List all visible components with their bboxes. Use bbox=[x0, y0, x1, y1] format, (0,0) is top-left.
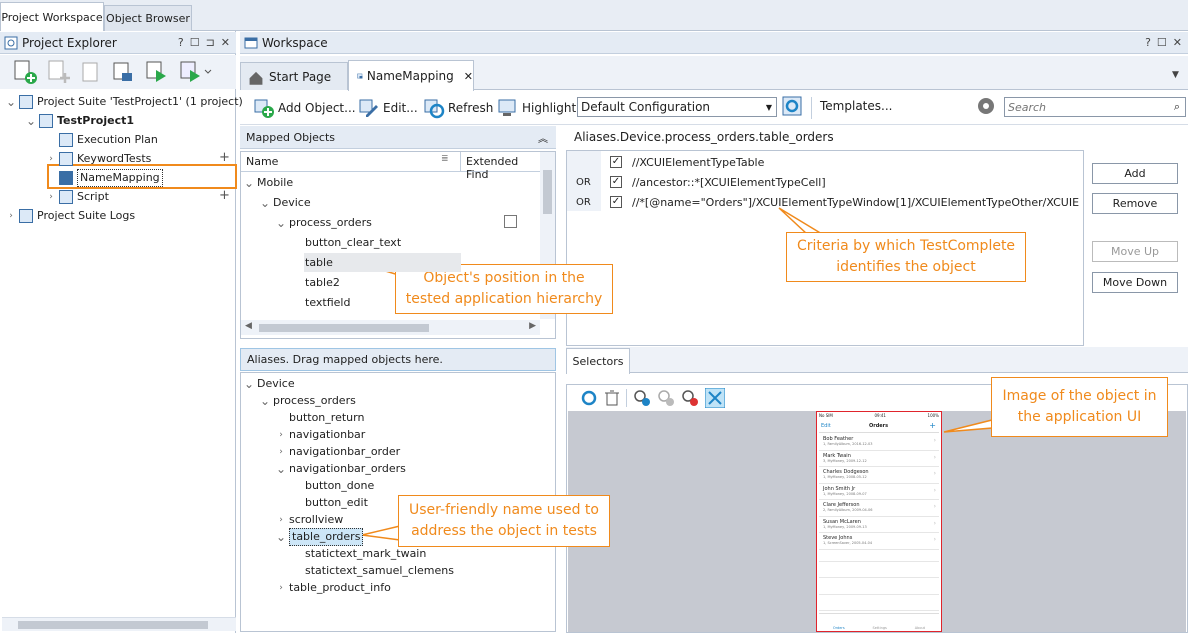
alias-item[interactable]: ⌄ navigationbar_orders bbox=[244, 460, 406, 477]
mapped-object-item[interactable]: ⌄ process_orders bbox=[244, 214, 372, 231]
expand-open-icon[interactable]: ⌄ bbox=[244, 175, 254, 191]
project-tree-item[interactable]: NameMapping bbox=[6, 168, 163, 187]
alias-item[interactable]: button_done bbox=[244, 477, 374, 494]
expand-open-icon[interactable]: ⌄ bbox=[26, 113, 36, 129]
project-item-icon bbox=[59, 151, 73, 166]
project-item-icon bbox=[59, 132, 73, 147]
alias-item[interactable]: › navigationbar_order bbox=[244, 443, 400, 460]
mapped-object-item[interactable]: textfield bbox=[244, 294, 350, 311]
criteria-checkbox[interactable]: ✓ bbox=[610, 196, 622, 208]
alias-label: Device bbox=[257, 376, 295, 390]
alias-label: button_return bbox=[289, 410, 365, 424]
extended-find-checkbox[interactable] bbox=[504, 215, 517, 228]
project-tree-item[interactable]: › Script bbox=[6, 188, 109, 205]
alias-item[interactable]: ⌄ process_orders bbox=[244, 392, 356, 409]
expand-closed-icon[interactable]: › bbox=[276, 512, 286, 528]
alias-item[interactable]: button_return bbox=[244, 409, 364, 426]
mapped-object-label: textfield bbox=[305, 295, 351, 309]
alias-item[interactable]: statictext_samuel_clemens bbox=[244, 562, 454, 579]
criteria-checkbox[interactable]: ✓ bbox=[610, 176, 622, 188]
criteria-checkbox[interactable]: ✓ bbox=[610, 156, 622, 168]
alias-label: navigationbar bbox=[289, 427, 366, 441]
mapped-object-label: button_clear_text bbox=[305, 235, 402, 249]
callout-image: Image of the object in the application U… bbox=[991, 377, 1168, 437]
project-tree-label: NameMapping bbox=[77, 168, 163, 187]
alias-label: scrollview bbox=[289, 512, 344, 526]
project-tree-label: Project Suite Logs bbox=[37, 208, 136, 222]
mapped-object-label: table2 bbox=[305, 275, 340, 289]
project-item-icon bbox=[59, 170, 73, 185]
alias-label: table_product_info bbox=[289, 580, 391, 594]
criteria-row[interactable]: ✓ //XCUIElementTypeTable bbox=[568, 152, 764, 172]
alias-item[interactable]: statictext_mark_twain bbox=[244, 545, 426, 562]
mapped-object-item[interactable]: table bbox=[244, 254, 333, 271]
project-item-icon bbox=[39, 113, 53, 128]
expand-open-icon[interactable]: ⌄ bbox=[244, 376, 254, 392]
mapped-object-item[interactable]: ⌄ Device bbox=[244, 194, 311, 211]
criteria-row[interactable]: OR ✓ //ancestor::*[XCUIElementTypeCell] bbox=[568, 172, 826, 192]
expand-closed-icon[interactable]: › bbox=[46, 151, 56, 167]
expand-open-icon[interactable]: ⌄ bbox=[260, 195, 270, 211]
expand-open-icon[interactable]: ⌄ bbox=[6, 94, 16, 110]
expand-closed-icon[interactable]: › bbox=[276, 444, 286, 460]
mapped-object-item[interactable]: ⌄ Mobile bbox=[244, 174, 293, 191]
arrow-image bbox=[943, 419, 993, 433]
project-item-icon bbox=[19, 208, 33, 223]
alias-label: process_orders bbox=[273, 393, 356, 407]
alias-label: button_done bbox=[305, 478, 375, 492]
alias-item[interactable]: › navigationbar bbox=[244, 426, 365, 443]
expand-open-icon[interactable]: ⌄ bbox=[276, 529, 286, 545]
callout-alias: User-friendly name used to address the o… bbox=[398, 495, 610, 547]
mapped-object-label: table bbox=[305, 255, 333, 269]
mapped-object-label: process_orders bbox=[289, 215, 372, 229]
project-tree-item[interactable]: Execution Plan bbox=[6, 131, 158, 148]
alias-label: statictext_samuel_clemens bbox=[305, 563, 454, 577]
mapped-object-item[interactable]: button_clear_text bbox=[244, 234, 401, 251]
alias-item[interactable]: button_edit bbox=[244, 494, 368, 511]
mapped-object-item[interactable]: table2 bbox=[244, 274, 340, 291]
project-tree-item[interactable]: ⌄ Project Suite 'TestProject1' (1 project… bbox=[6, 93, 243, 110]
project-tree-label: KeywordTests bbox=[77, 151, 152, 165]
alias-item[interactable]: › table_product_info bbox=[244, 579, 391, 596]
criteria-operator: OR bbox=[576, 196, 591, 208]
mapped-object-label: Device bbox=[273, 195, 311, 209]
expand-closed-icon[interactable]: › bbox=[276, 427, 286, 443]
callout-criteria: Criteria by which TestComplete identifie… bbox=[786, 232, 1026, 282]
alias-item[interactable]: ⌄ table_orders bbox=[244, 527, 364, 546]
alias-label: navigationbar_order bbox=[289, 444, 401, 458]
alias-item[interactable]: ⌄ Device bbox=[244, 375, 295, 392]
project-tree-label: Execution Plan bbox=[77, 132, 158, 146]
alias-item[interactable]: › scrollview bbox=[244, 511, 343, 528]
expand-open-icon[interactable]: ⌄ bbox=[260, 393, 270, 409]
project-tree-label: Script bbox=[77, 189, 109, 203]
expand-closed-icon[interactable]: › bbox=[276, 580, 286, 596]
alias-label: navigationbar_orders bbox=[289, 461, 406, 475]
expand-open-icon[interactable]: ⌄ bbox=[276, 215, 286, 231]
criteria-xpath: //ancestor::*[XCUIElementTypeCell] bbox=[632, 175, 826, 189]
arrow-alias bbox=[361, 525, 401, 541]
expand-open-icon[interactable]: ⌄ bbox=[276, 461, 286, 477]
add-plus-icon[interactable]: + bbox=[219, 150, 230, 165]
criteria-xpath: //*[@name="Orders"]/XCUIElementTypeWindo… bbox=[632, 195, 1080, 209]
project-tree-label: TestProject1 bbox=[57, 113, 135, 127]
add-plus-icon[interactable]: + bbox=[219, 188, 230, 203]
expand-closed-icon[interactable]: › bbox=[6, 208, 16, 224]
project-tree-item[interactable]: › KeywordTests bbox=[6, 150, 151, 167]
project-item-icon bbox=[59, 189, 73, 204]
criteria-xpath: //XCUIElementTypeTable bbox=[632, 155, 765, 169]
alias-label: table_orders bbox=[289, 527, 364, 546]
project-tree-label: Project Suite 'TestProject1' (1 project) bbox=[37, 94, 243, 108]
project-item-icon bbox=[19, 94, 33, 109]
alias-label: statictext_mark_twain bbox=[305, 546, 427, 560]
project-tree-item[interactable]: › Project Suite Logs bbox=[6, 207, 135, 224]
alias-label: button_edit bbox=[305, 495, 368, 509]
criteria-row[interactable]: OR ✓ //*[@name="Orders"]/XCUIElementTypeWi… bbox=[568, 192, 1080, 212]
project-tree-item[interactable]: ⌄ TestProject1 bbox=[6, 112, 134, 129]
mapped-object-label: Mobile bbox=[257, 175, 294, 189]
criteria-operator: OR bbox=[576, 176, 591, 188]
expand-closed-icon[interactable]: › bbox=[46, 189, 56, 205]
